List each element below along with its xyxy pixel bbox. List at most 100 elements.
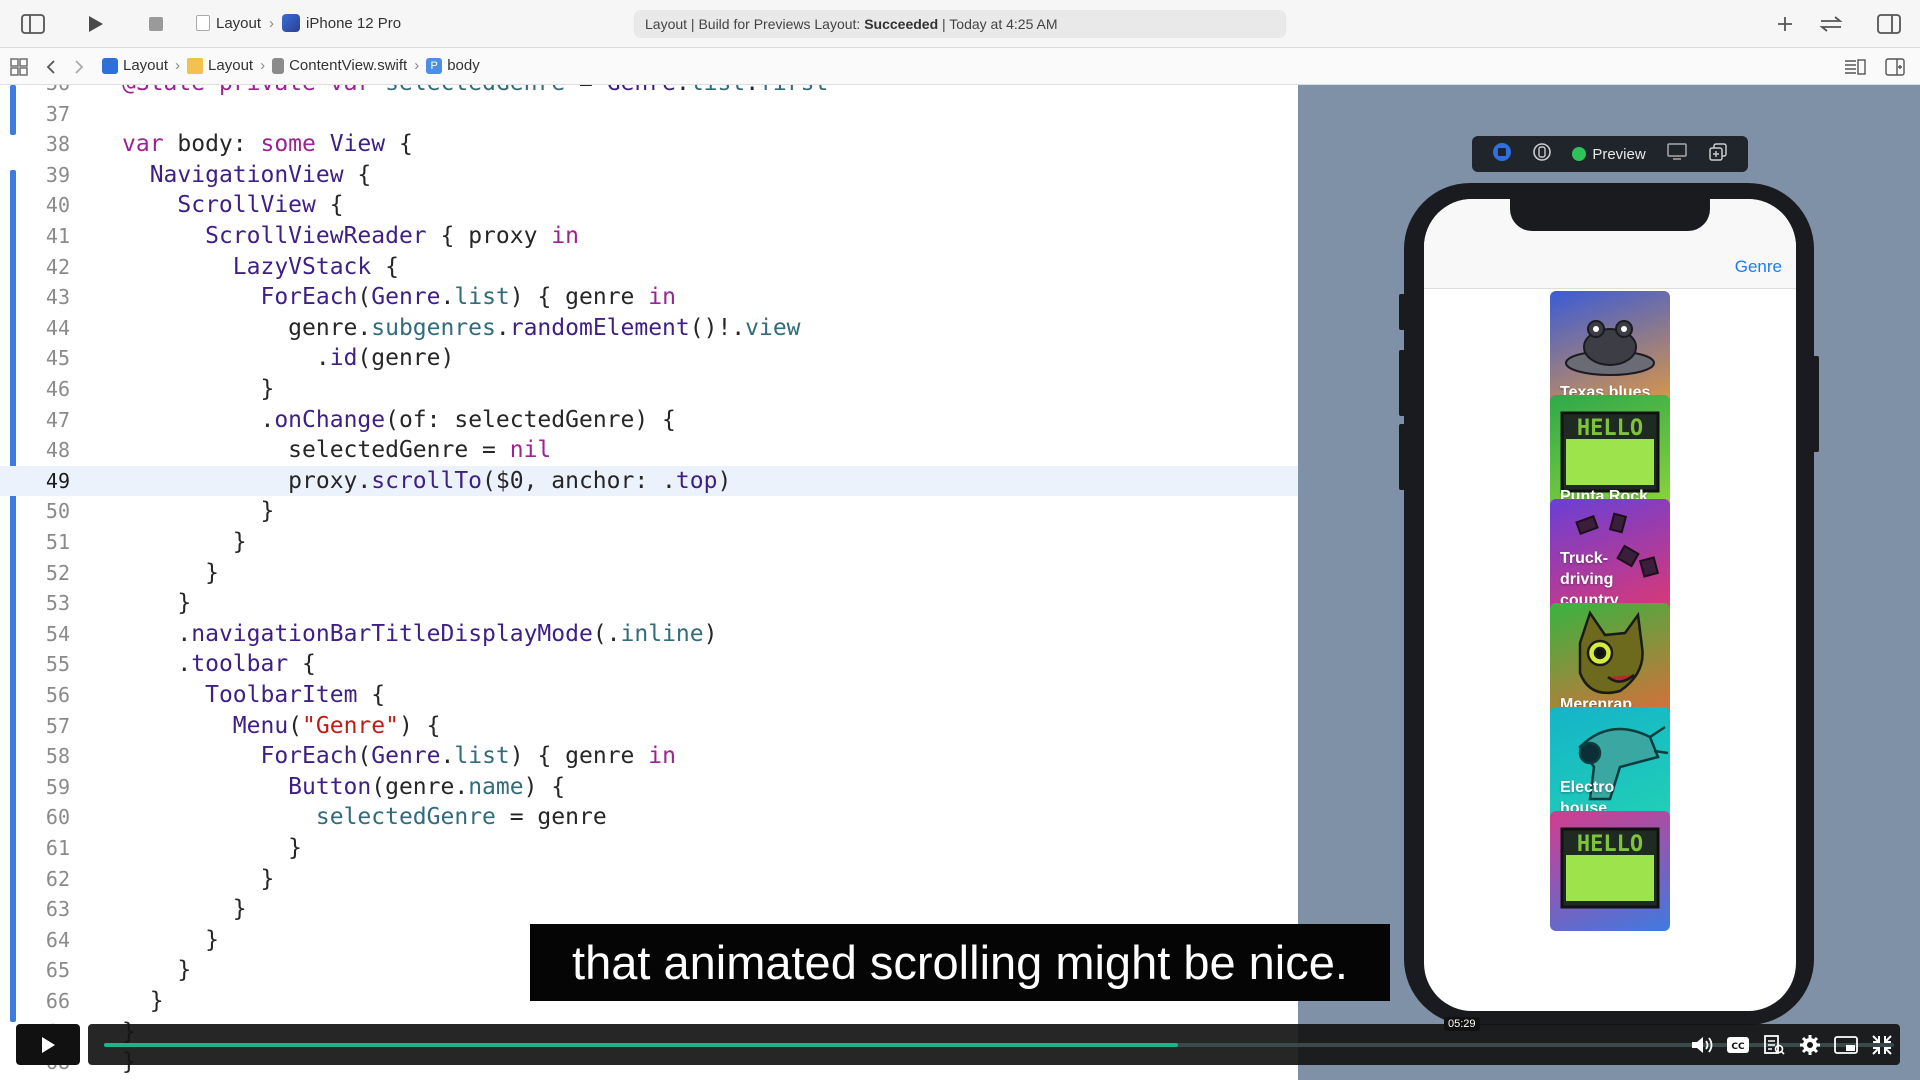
code-line[interactable]: 49 proxy.scrollTo($0, anchor: .top): [0, 465, 1298, 497]
duplicate-preview-icon[interactable]: [1708, 142, 1728, 167]
status-time: | Today at 4:25 AM: [942, 16, 1058, 32]
code-text: }: [122, 865, 275, 892]
video-play-button[interactable]: [16, 1024, 80, 1065]
status-prefix: Layout | Build for Previews Layout:: [645, 16, 861, 32]
line-number: 51: [45, 530, 70, 554]
line-number: 36: [24, 85, 70, 99]
code-text: selectedGenre = nil: [122, 437, 552, 464]
genre-card-title: Truck- driving country: [1560, 550, 1619, 609]
code-text: .onChange(of: selectedGenre) {: [122, 406, 676, 433]
line-number: 58: [45, 744, 70, 769]
code-line[interactable]: 53 }: [0, 588, 1298, 619]
settings-gear-icon[interactable]: [1798, 1034, 1822, 1056]
code-line[interactable]: 51 }: [0, 527, 1298, 558]
code-line[interactable]: 52 }: [0, 558, 1298, 589]
code-text: ScrollViewReader { proxy in: [205, 223, 579, 249]
code-text: }: [122, 529, 247, 555]
code-text: }: [122, 498, 275, 525]
preview-status[interactable]: Preview: [1572, 145, 1646, 163]
line-number: 60: [45, 805, 70, 830]
live-mode-icon[interactable]: [1492, 142, 1512, 167]
code-line[interactable]: 37: [0, 99, 1298, 130]
navigator-toggle-icon[interactable]: [20, 11, 46, 37]
code-line[interactable]: 57 Menu("Genre") {: [0, 711, 1298, 742]
device-name: iPhone 12 Pro: [306, 14, 402, 32]
line-number: 39: [45, 162, 70, 187]
breadcrumb-file[interactable]: ContentView.swift: [289, 57, 407, 74]
code-text: }: [122, 957, 192, 984]
code-line[interactable]: 41 ScrollViewReader { proxy in: [0, 221, 1298, 252]
code-line[interactable]: 59 Button(genre.name) {: [0, 772, 1298, 803]
volume-icon[interactable]: [1690, 1034, 1714, 1056]
genre-card[interactable]: Electro house: [1550, 707, 1670, 827]
line-number: 44: [45, 315, 70, 340]
exit-fullscreen-icon[interactable]: [1870, 1034, 1894, 1056]
volume-up-button: [1399, 350, 1407, 416]
related-items-icon[interactable]: [6, 54, 32, 80]
project-icon: [102, 57, 118, 74]
code-line[interactable]: 60 selectedGenre = genre: [0, 802, 1298, 833]
code-line[interactable]: 43 ForEach(Genre.list) { genre in: [0, 282, 1298, 313]
genre-card[interactable]: HELLO: [1550, 811, 1670, 931]
code-line[interactable]: 36 @State private var selectedGenre = Gen…: [0, 85, 1298, 99]
progress-fill: [104, 1043, 1178, 1047]
code-line[interactable]: 42 LazyVStack {: [0, 252, 1298, 283]
code-line[interactable]: 58 ForEach(Genre.list) { genre in: [0, 741, 1298, 772]
back-icon[interactable]: [38, 54, 64, 80]
picture-in-picture-icon[interactable]: [1834, 1034, 1858, 1056]
line-number: 47: [45, 407, 70, 432]
code-line[interactable]: 63 }: [0, 894, 1298, 925]
inspector-toggle-icon[interactable]: [1876, 11, 1902, 37]
video-progress-bar[interactable]: [88, 1024, 1900, 1065]
line-number: 61: [45, 836, 70, 860]
editor-options-icon[interactable]: [1842, 54, 1868, 80]
run-icon[interactable]: [82, 11, 108, 37]
line-number: 54: [45, 621, 70, 646]
code-line[interactable]: 44 genre.subgenres.randomElement()!.view: [0, 313, 1298, 344]
forward-icon[interactable]: [66, 54, 92, 80]
line-number: 52: [45, 560, 70, 585]
code-line[interactable]: 47 .onChange(of: selectedGenre) {: [0, 405, 1298, 436]
stop-icon[interactable]: [143, 11, 169, 37]
device-settings-icon[interactable]: [1666, 142, 1688, 166]
code-line[interactable]: 38 var body: some View {: [0, 129, 1298, 160]
scheme-selector[interactable]: Layout › iPhone 12 Pro: [196, 14, 401, 32]
breadcrumb-group[interactable]: Layout: [208, 57, 253, 74]
selectable-mode-icon[interactable]: [1532, 142, 1552, 167]
preview-label: Preview: [1592, 145, 1646, 163]
genre-card[interactable]: Merenrap: [1550, 603, 1670, 723]
code-review-icon[interactable]: [1818, 11, 1844, 37]
breadcrumb-symbol[interactable]: body: [447, 57, 480, 74]
genre-card[interactable]: HELLO Punta Rock: [1550, 395, 1670, 515]
closed-captions-icon[interactable]: CC: [1726, 1034, 1750, 1056]
genre-card[interactable]: Texas blues: [1550, 291, 1670, 411]
code-line[interactable]: 56 ToolbarItem {: [0, 680, 1298, 711]
status-result: Succeeded: [864, 16, 939, 32]
code-line[interactable]: 45 .id(genre): [0, 343, 1298, 374]
code-line[interactable]: 39 NavigationView {: [0, 160, 1298, 191]
transcript-icon[interactable]: [1762, 1034, 1786, 1056]
add-icon[interactable]: [1772, 11, 1798, 37]
code-text: @State private var selectedGenre = Genre…: [122, 85, 828, 99]
code-line[interactable]: 62 }: [0, 864, 1298, 895]
svg-text:CC: CC: [1731, 1042, 1745, 1052]
genre-menu-button[interactable]: Genre: [1735, 257, 1782, 277]
scheme-name: Layout: [216, 14, 262, 32]
breadcrumb: Layout › Layout › ContentView.swift › P …: [102, 57, 480, 74]
code-line[interactable]: 50 }: [0, 496, 1298, 527]
breadcrumb-project[interactable]: Layout: [123, 57, 168, 74]
chevron-right-icon: ›: [414, 57, 420, 74]
code-line[interactable]: 46 }: [0, 374, 1298, 405]
phone-screen[interactable]: Genre Texas blues HELLO Punta Rock Truck- d…: [1424, 199, 1796, 1011]
genre-card[interactable]: Truck- driving country: [1550, 499, 1670, 619]
code-line[interactable]: 48 selectedGenre = nil: [0, 435, 1298, 466]
split-editor-icon[interactable]: [1882, 54, 1908, 80]
code-line[interactable]: 54 .navigationBarTitleDisplayMode(.inlin…: [0, 619, 1298, 650]
progress-track[interactable]: [104, 1043, 1894, 1047]
line-number: 63: [45, 897, 70, 922]
line-number: 46: [45, 377, 70, 401]
code-line[interactable]: 55 .toolbar {: [0, 649, 1298, 680]
swift-file-icon: [272, 57, 285, 74]
code-line[interactable]: 61 }: [0, 833, 1298, 864]
code-line[interactable]: 40 ScrollView {: [0, 190, 1298, 221]
